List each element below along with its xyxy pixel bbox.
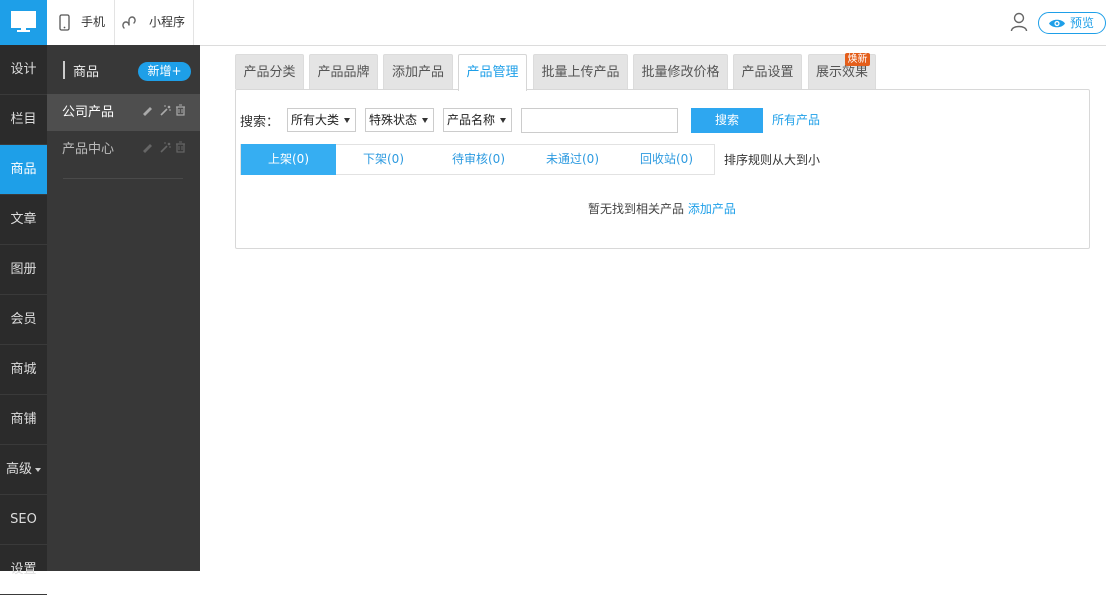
title-marker: [63, 61, 65, 79]
mini-program-icon: [122, 16, 136, 29]
category-label: 公司产品: [62, 105, 115, 120]
nav-label: 图册: [10, 262, 37, 277]
item-tools: [141, 131, 186, 168]
nav-label: 商品: [10, 162, 37, 177]
top-bar: 手机 小程序 预览: [0, 0, 1106, 46]
tab-bulk-price[interactable]: 批量修改价格: [633, 54, 728, 89]
nav-label: 会员: [10, 312, 37, 327]
category-panel: 商品 新增+ 公司产品 产品中心: [47, 45, 200, 571]
tab-product-category[interactable]: 产品分类: [235, 54, 304, 89]
field-select-value: 产品名称: [447, 113, 496, 127]
main-nav: 设计 栏目 商品 文章 图册 会员 商城 商铺 高级 SEO 设置: [0, 45, 47, 595]
status-tab-on-shelf[interactable]: 上架(0): [241, 144, 336, 175]
nav-item-shops[interactable]: 商铺: [0, 395, 47, 445]
edit-icon[interactable]: [141, 104, 155, 116]
add-product-link[interactable]: 添加产品: [688, 202, 736, 216]
new-badge: 焕新: [845, 53, 870, 66]
dropdown-arrow-icon: [500, 118, 506, 123]
status-select-value: 特殊状态: [369, 113, 418, 127]
nav-label: 商铺: [10, 412, 37, 427]
nav-item-articles[interactable]: 文章: [0, 195, 47, 245]
category-item-product-center[interactable]: 产品中心: [47, 131, 200, 168]
sort-order-text: 排序规则从大到小: [724, 153, 821, 167]
item-tools: [141, 94, 186, 131]
phone-icon: [59, 14, 70, 31]
tab-product-management[interactable]: 产品管理: [458, 54, 527, 91]
nav-label: 栏目: [10, 112, 37, 127]
trash-icon[interactable]: [175, 141, 186, 153]
tab-add-product[interactable]: 添加产品: [383, 54, 453, 89]
category-label: 产品中心: [62, 142, 115, 157]
nav-item-seo[interactable]: SEO: [0, 495, 47, 545]
magic-wand-icon[interactable]: [159, 141, 172, 153]
nav-item-albums[interactable]: 图册: [0, 245, 47, 295]
edit-icon[interactable]: [141, 141, 155, 153]
desktop-logo[interactable]: [0, 0, 47, 45]
empty-state: 暂无找到相关产品 添加产品: [588, 200, 736, 217]
nav-item-products[interactable]: 商品: [0, 145, 47, 195]
status-tab-rejected[interactable]: 未通过(0): [525, 144, 620, 175]
caret-down-icon: [35, 467, 41, 472]
tab-mini-program-label: 小程序: [149, 15, 186, 29]
dropdown-arrow-icon: [422, 118, 428, 123]
nav-item-advanced[interactable]: 高级: [0, 445, 47, 495]
nav-label: 设计: [10, 62, 37, 77]
all-products-link[interactable]: 所有产品: [772, 111, 820, 128]
divider: [63, 178, 183, 179]
trash-icon[interactable]: [175, 104, 186, 116]
search-label: 搜索：: [240, 115, 280, 130]
nav-label: 设置: [10, 562, 37, 577]
nav-item-columns[interactable]: 栏目: [0, 95, 47, 145]
eye-icon: [1049, 19, 1065, 28]
add-category-button[interactable]: 新增+: [138, 62, 191, 81]
field-select[interactable]: 产品名称: [443, 108, 512, 132]
nav-item-design[interactable]: 设计: [0, 45, 47, 95]
nav-item-members[interactable]: 会员: [0, 295, 47, 345]
status-tab-recycle-bin[interactable]: 回收站(0): [619, 144, 714, 175]
nav-label: SEO: [10, 512, 37, 527]
status-select[interactable]: 特殊状态: [365, 108, 434, 132]
search-button[interactable]: 搜索: [691, 108, 763, 133]
nav-item-settings[interactable]: 设置: [0, 545, 47, 595]
nav-item-mall[interactable]: 商城: [0, 345, 47, 395]
status-tab-pending[interactable]: 待审核(0): [431, 144, 526, 175]
search-input[interactable]: [521, 108, 678, 133]
nav-label: 高级: [5, 462, 32, 477]
tab-mobile[interactable]: 手机: [47, 0, 115, 45]
tab-bulk-upload[interactable]: 批量上传产品: [533, 54, 628, 89]
nav-label: 文章: [10, 212, 37, 227]
tab-product-brand[interactable]: 产品品牌: [309, 54, 378, 89]
nav-label: 商城: [10, 362, 37, 377]
category-select-value: 所有大类: [291, 113, 340, 127]
preview-button[interactable]: 预览: [1038, 12, 1106, 34]
magic-wand-icon[interactable]: [159, 104, 172, 116]
preview-label: 预览: [1070, 16, 1095, 30]
user-icon[interactable]: [1010, 12, 1028, 32]
empty-message: 暂无找到相关产品: [588, 202, 685, 216]
panel-title: 商品: [73, 65, 100, 80]
tab-product-settings[interactable]: 产品设置: [733, 54, 802, 89]
dropdown-arrow-icon: [344, 118, 350, 123]
category-item-company-products[interactable]: 公司产品: [47, 94, 200, 131]
tab-mini-program[interactable]: 小程序: [115, 0, 194, 45]
status-tab-off-shelf[interactable]: 下架(0): [336, 144, 431, 175]
monitor-icon: [11, 11, 36, 32]
category-select[interactable]: 所有大类: [287, 108, 356, 132]
tab-mobile-label: 手机: [81, 15, 106, 29]
